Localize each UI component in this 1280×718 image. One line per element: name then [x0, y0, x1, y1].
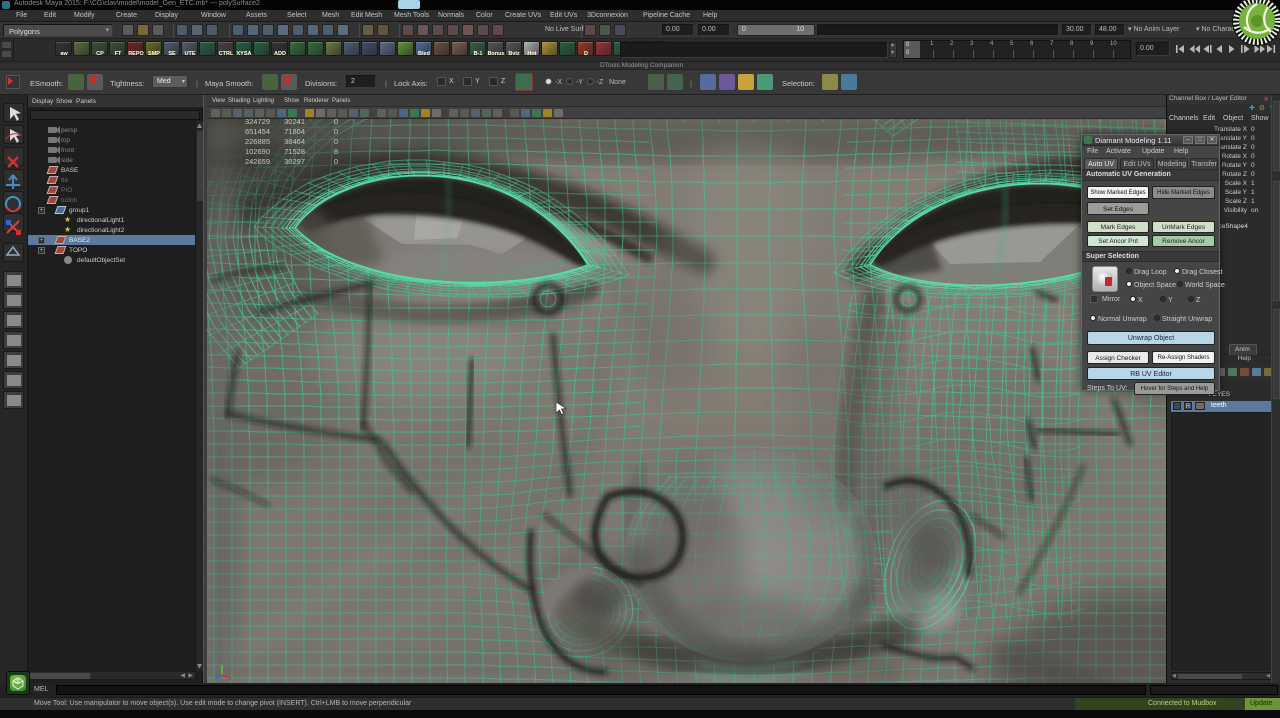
svg-text:226885: 226885	[245, 137, 270, 146]
svg-text:0: 0	[334, 137, 338, 146]
svg-text:30297: 30297	[284, 157, 305, 166]
svg-text:0: 0	[334, 127, 338, 136]
svg-text:102690: 102690	[245, 147, 270, 156]
svg-text:0: 0	[334, 157, 338, 166]
svg-text:30241: 30241	[284, 119, 305, 126]
svg-text:38464: 38464	[284, 137, 305, 146]
svg-text:8: 8	[334, 147, 338, 156]
svg-text:0: 0	[334, 119, 338, 126]
svg-text:242659: 242659	[245, 157, 270, 166]
svg-text:324729: 324729	[245, 119, 270, 126]
svg-text:71804: 71804	[284, 127, 305, 136]
svg-text:71528: 71528	[284, 147, 305, 156]
svg-text:651454: 651454	[245, 127, 270, 136]
